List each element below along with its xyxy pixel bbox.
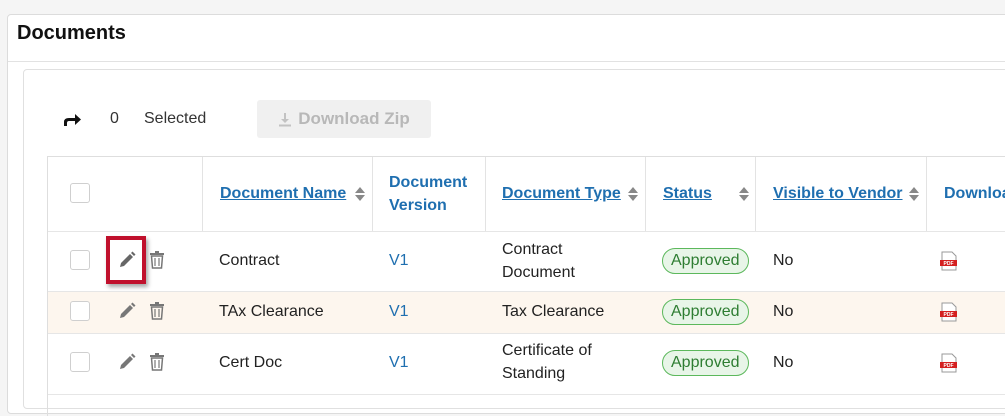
- trash-icon[interactable]: [149, 353, 165, 371]
- trash-icon[interactable]: [149, 302, 165, 320]
- sort-icon[interactable]: [908, 186, 920, 202]
- download-zip-label: Download Zip: [298, 109, 410, 128]
- column-header-status[interactable]: Status: [663, 182, 712, 205]
- pdf-file-icon[interactable]: PDF: [940, 302, 958, 322]
- selected-label: Selected: [144, 110, 207, 127]
- column-header-document-type[interactable]: Document Type: [502, 182, 621, 205]
- document-type-cell: Tax Clearance: [502, 303, 605, 320]
- column-header-document-version: Document Version: [389, 171, 467, 217]
- document-type-line: Document: [502, 264, 575, 281]
- document-version-link[interactable]: V1: [389, 249, 409, 272]
- download-icon: [279, 112, 292, 126]
- visible-to-vendor-cell: No: [773, 252, 794, 269]
- document-version-link[interactable]: V1: [389, 351, 409, 374]
- document-type-cell: Contract Document: [502, 238, 575, 284]
- column-divider: [202, 157, 203, 231]
- document-name-cell: Contract: [219, 252, 280, 269]
- row-checkbox[interactable]: [70, 250, 90, 270]
- column-header-line: Document: [389, 174, 468, 191]
- select-all-checkbox[interactable]: [70, 183, 90, 203]
- pencil-icon[interactable]: [118, 353, 136, 371]
- column-divider: [485, 157, 486, 231]
- column-divider: [926, 157, 927, 231]
- status-badge: Approved: [662, 299, 749, 325]
- column-header-download: Downloa: [944, 185, 1005, 202]
- column-header-document-name[interactable]: Document Name: [220, 182, 346, 205]
- svg-text:PDF: PDF: [944, 261, 954, 267]
- sort-icon[interactable]: [354, 186, 366, 202]
- column-divider: [372, 157, 373, 231]
- document-type-cell: Certificate of Standing: [502, 339, 592, 385]
- sort-icon[interactable]: [627, 186, 639, 202]
- pdf-file-icon[interactable]: PDF: [940, 251, 958, 271]
- document-type-line: Certificate of: [502, 342, 592, 359]
- row-checkbox[interactable]: [70, 301, 90, 321]
- document-type-line: Contract: [502, 241, 563, 258]
- document-version-link[interactable]: V1: [389, 300, 409, 323]
- pencil-icon[interactable]: [118, 302, 136, 320]
- visible-to-vendor-cell: No: [773, 303, 794, 320]
- status-badge: Approved: [662, 350, 749, 376]
- column-divider: [755, 157, 756, 231]
- svg-text:PDF: PDF: [944, 312, 954, 318]
- edit-highlight-box: [106, 236, 146, 284]
- selected-count: 0: [110, 110, 119, 127]
- share-arrow-icon[interactable]: [62, 112, 82, 128]
- column-divider: [645, 157, 646, 231]
- column-header-line: Version: [389, 197, 447, 214]
- row-checkbox[interactable]: [70, 352, 90, 372]
- svg-text:PDF: PDF: [944, 363, 954, 369]
- trash-icon[interactable]: [149, 251, 165, 269]
- panel-title: Documents: [17, 22, 126, 44]
- document-name-cell: Cert Doc: [219, 354, 283, 371]
- pdf-file-icon[interactable]: PDF: [940, 353, 958, 373]
- column-header-visible-to-vendor[interactable]: Visible to Vendor: [773, 182, 903, 205]
- document-type-line: Standing: [502, 365, 566, 382]
- sort-icon[interactable]: [738, 186, 750, 202]
- download-zip-button[interactable]: Download Zip: [257, 100, 431, 138]
- visible-to-vendor-cell: No: [773, 354, 794, 371]
- status-badge: Approved: [662, 248, 749, 274]
- panel-divider: [8, 61, 1005, 62]
- document-name-cell: TAx Clearance: [219, 303, 324, 320]
